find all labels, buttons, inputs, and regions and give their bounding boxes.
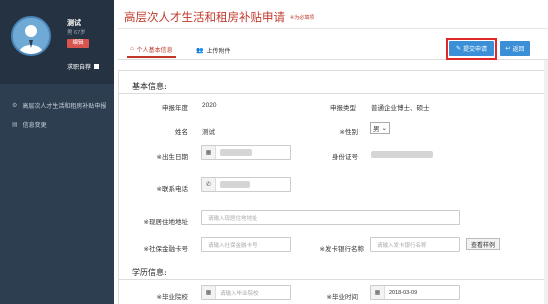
address-input[interactable]: 请输入现居住地地址 — [201, 210, 460, 225]
phone-label: ※联系电话 — [156, 186, 188, 193]
address-placeholder: 请输入现居住地地址 — [208, 215, 258, 222]
birth-date-field[interactable]: ▦ — [201, 145, 291, 160]
school-input[interactable]: ▦ 请输入毕业院校 — [201, 285, 291, 300]
social-card-label: ※社保金融卡号 — [143, 246, 188, 253]
tab-label: 个人基本信息 — [136, 47, 173, 54]
bank-name-label: ※发卡银行名称 — [319, 246, 364, 253]
social-card-input[interactable]: 请输入社保金融卡号 — [201, 237, 291, 252]
sidebar-item-label: 信息变更 — [22, 122, 47, 129]
tab-upload-attachments[interactable]: 👥 上传附件 — [196, 42, 231, 58]
calendar-icon: ▦ — [371, 286, 385, 299]
type-value: 普通企业博士、硕士 — [371, 105, 430, 112]
list-icon: ▤ — [12, 121, 18, 128]
address-label: ※现居住地地址 — [143, 219, 188, 226]
user-subtitle: 男 67岁 — [67, 30, 86, 36]
job-seeking-label: 求职自荐 — [67, 65, 92, 71]
grad-time-value: 2018-03-09 — [389, 289, 418, 296]
divider — [118, 28, 548, 29]
school-label: ※毕业院校 — [156, 294, 188, 301]
chevron-down-icon: ⌄ — [381, 125, 387, 132]
section-title-education: 学历信息: — [132, 268, 167, 277]
back-arrow-icon: ↩ — [505, 46, 511, 52]
year-label: 申报年度 — [162, 105, 188, 112]
submit-label: 提交申请 — [463, 47, 488, 53]
phone-field[interactable]: ✆ — [201, 177, 291, 192]
birth-label: ※出生日期 — [156, 154, 188, 161]
name-label: 姓名 — [175, 129, 188, 136]
job-seeking-toggle[interactable]: 求职自荐 — [67, 62, 100, 71]
required-note: ※为必填项 — [290, 15, 315, 21]
tab-label: 上传附件 — [206, 48, 231, 55]
user-panel: 测试 男 67岁 编辑 求职自荐 — [0, 0, 114, 84]
grad-time-field[interactable]: ▦ 2018-03-09 — [370, 285, 460, 300]
avatar — [11, 16, 51, 56]
back-label: 返回 — [512, 47, 525, 53]
phone-icon: ✆ — [202, 178, 216, 191]
grad-time-label: ※毕业时间 — [326, 294, 358, 301]
section-title-basic: 基本信息: — [132, 82, 167, 91]
sidebar: 测试 男 67岁 编辑 求职自荐 ⚙ 高层次人才生活和租房补贴申报 ▤ 信息变更 — [0, 0, 114, 304]
sidebar-item-label: 高层次人才生活和租房补贴申报 — [22, 103, 107, 110]
divider — [118, 279, 548, 280]
user-avatar-icon — [13, 18, 49, 54]
type-label: 申报类型 — [330, 105, 356, 112]
bank-name-input[interactable]: 请输入发卡银行名称 — [370, 237, 460, 252]
user-name: 测试 — [67, 20, 81, 27]
id-label: 身份证号 — [332, 154, 358, 161]
redacted-value — [220, 149, 252, 156]
submit-button[interactable]: ✎ 提交申请 — [449, 41, 494, 56]
tab-basic-info[interactable]: ⌂ 个人基本信息 — [127, 42, 176, 58]
view-sample-button[interactable]: 查看样例 — [466, 238, 500, 250]
users-icon: 👥 — [196, 47, 204, 54]
social-card-placeholder: 请输入社保金融卡号 — [208, 242, 258, 249]
edit-icon: ✎ — [455, 46, 461, 52]
gender-select[interactable]: 男 ⌄ — [370, 122, 390, 134]
year-value: 2020 — [202, 102, 217, 109]
name-value: 测试 — [202, 129, 215, 136]
redacted-value — [220, 181, 250, 188]
gear-icon: ⚙ — [12, 102, 18, 109]
home-icon: ⌂ — [130, 46, 134, 52]
divider — [118, 93, 548, 94]
bank-name-placeholder: 请输入发卡银行名称 — [377, 242, 427, 249]
school-placeholder: 请输入毕业院校 — [220, 290, 259, 297]
gender-value: 男 — [373, 126, 380, 133]
sidebar-item-info-change[interactable]: ▤ 信息变更 — [0, 116, 114, 132]
edit-badge[interactable]: 编辑 — [67, 39, 89, 48]
back-button[interactable]: ↩ 返回 — [500, 41, 530, 56]
calendar-icon: ▦ — [202, 146, 216, 159]
sidebar-item-subsidy[interactable]: ⚙ 高层次人才生活和租房补贴申报 — [0, 97, 114, 113]
page-title: 高层次人才生活和租房补贴申请 — [124, 10, 285, 24]
scrollbar[interactable] — [544, 60, 548, 304]
school-icon: ▦ — [202, 286, 216, 299]
redacted-id — [371, 151, 433, 158]
checkbox-icon[interactable] — [94, 64, 100, 69]
gender-label: ※性别 — [339, 129, 358, 136]
